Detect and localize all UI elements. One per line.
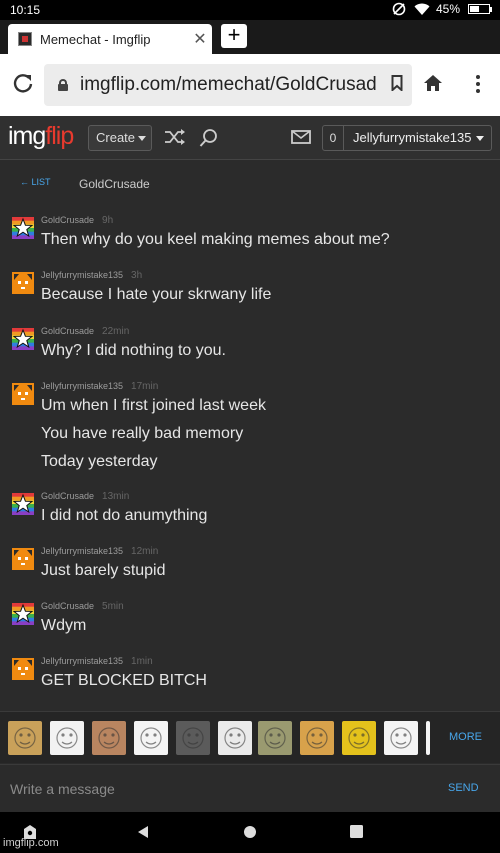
message-text: Because I hate your skrwany life bbox=[41, 286, 272, 303]
browser-tab-bar: Memechat - Imgflip ✕ bbox=[0, 20, 500, 54]
message-text: Wdym bbox=[41, 617, 87, 634]
cat-avatar[interactable] bbox=[12, 548, 34, 570]
message-meta: Jellyfurrymistake135 12min bbox=[41, 546, 158, 557]
template-strip: MORE bbox=[0, 711, 500, 763]
search-icon[interactable] bbox=[199, 128, 221, 148]
home-icon[interactable] bbox=[422, 72, 446, 96]
cat-avatar[interactable] bbox=[12, 658, 34, 680]
message-time: 9h bbox=[102, 215, 114, 226]
recents-icon[interactable] bbox=[350, 825, 363, 843]
android-nav-bar: imgflip.com bbox=[0, 812, 500, 853]
message-time: 13min bbox=[102, 491, 130, 502]
glasses-cat-thumb[interactable] bbox=[258, 721, 292, 755]
imgflip-watermark: imgflip.com bbox=[3, 837, 59, 849]
bookmark-icon[interactable] bbox=[382, 74, 412, 96]
message-meta: Jellyfurrymistake135 17min bbox=[41, 381, 158, 392]
star-avatar[interactable] bbox=[12, 603, 34, 626]
message-composer: SEND bbox=[0, 764, 500, 812]
message-meta: GoldCrusade 22min bbox=[41, 326, 129, 337]
message-author[interactable]: GoldCrusade bbox=[41, 326, 94, 336]
doge-thumb[interactable] bbox=[300, 721, 334, 755]
message-text: I did not do anumything bbox=[41, 507, 208, 524]
wifi-icon bbox=[414, 2, 430, 16]
chat-header: ← LIST GoldCrusade bbox=[0, 161, 500, 205]
address-bar: imgflip.com/memechat/GoldCrusad bbox=[0, 54, 500, 116]
status-icons: 45% bbox=[392, 2, 492, 16]
message-time: 17min bbox=[131, 381, 159, 392]
url-text: imgflip.com/memechat/GoldCrusad bbox=[80, 74, 377, 95]
user-menu-button[interactable]: Jellyfurrymistake135 bbox=[344, 125, 492, 151]
star-avatar[interactable] bbox=[12, 328, 34, 351]
cat-avatar[interactable] bbox=[12, 272, 34, 294]
back-to-list-link[interactable]: ← LIST bbox=[20, 177, 51, 187]
browser-tab[interactable]: Memechat - Imgflip ✕ bbox=[8, 24, 212, 54]
do-not-disturb-icon bbox=[392, 2, 406, 16]
message-meta: GoldCrusade 9h bbox=[41, 215, 113, 226]
message-text: Just barely stupid bbox=[41, 562, 166, 579]
send-button[interactable]: SEND bbox=[448, 782, 479, 794]
message-list: GoldCrusade 9h Then why do you keel making… bbox=[0, 205, 500, 710]
chevron-down-icon bbox=[138, 136, 147, 142]
message-time: 22min bbox=[102, 326, 130, 337]
jesus-thumb[interactable] bbox=[92, 721, 126, 755]
reload-icon[interactable] bbox=[12, 72, 36, 96]
rage-face-thumb[interactable] bbox=[50, 721, 84, 755]
message-author[interactable]: Jellyfurrymistake135 bbox=[41, 656, 123, 666]
message-time: 5min bbox=[102, 601, 124, 612]
troll-face-thumb[interactable] bbox=[134, 721, 168, 755]
skull-thumb[interactable] bbox=[176, 721, 210, 755]
battery-percent: 45% bbox=[435, 2, 460, 16]
shuffle-icon[interactable] bbox=[164, 128, 186, 148]
site-header: imgflip Create 0 Jellyfurrymistake135 bbox=[0, 116, 500, 160]
chevron-down-icon bbox=[475, 136, 484, 142]
message-author[interactable]: Jellyfurrymistake135 bbox=[41, 381, 123, 391]
status-bar: 10:15 45% bbox=[0, 0, 500, 20]
message-author[interactable]: Jellyfurrymistake135 bbox=[41, 270, 123, 280]
page-root: 10:15 45% Memechat - Imgflip ✕ + imgflip… bbox=[0, 0, 500, 853]
crying-face-thumb[interactable] bbox=[218, 721, 252, 755]
mail-icon[interactable] bbox=[291, 129, 313, 149]
battery-icon bbox=[468, 4, 492, 14]
message-text: Um when I first joined last week bbox=[41, 397, 266, 414]
partial-template-thumb[interactable] bbox=[426, 721, 430, 755]
notification-count[interactable]: 0 bbox=[322, 125, 344, 151]
message-meta: Jellyfurrymistake135 3h bbox=[41, 270, 142, 281]
star-avatar[interactable] bbox=[12, 493, 34, 516]
home-nav-icon[interactable] bbox=[243, 825, 257, 844]
new-tab-button[interactable]: + bbox=[221, 24, 247, 48]
chat-partner-name: GoldCrusade bbox=[79, 177, 150, 191]
message-text: Why? I did nothing to you. bbox=[41, 342, 226, 359]
create-button[interactable]: Create bbox=[88, 125, 152, 151]
close-tab-icon[interactable]: ✕ bbox=[188, 29, 212, 49]
message-text: Today yesterday bbox=[41, 453, 158, 470]
message-meta: GoldCrusade 5min bbox=[41, 601, 124, 612]
lock-icon bbox=[58, 79, 68, 91]
cat-avatar[interactable] bbox=[12, 383, 34, 405]
spongebob-thumb[interactable] bbox=[342, 721, 376, 755]
overflow-menu-icon[interactable] bbox=[470, 72, 486, 96]
message-author[interactable]: Jellyfurrymistake135 bbox=[41, 546, 123, 556]
message-input[interactable] bbox=[10, 777, 430, 801]
star-avatar[interactable] bbox=[12, 217, 34, 240]
message-author[interactable]: GoldCrusade bbox=[41, 215, 94, 225]
message-text: Then why do you keel making memes about … bbox=[41, 231, 390, 248]
message-time: 1min bbox=[131, 656, 153, 667]
imgflip-logo[interactable]: imgflip bbox=[8, 122, 74, 151]
message-time: 3h bbox=[131, 270, 143, 281]
url-field[interactable]: imgflip.com/memechat/GoldCrusad bbox=[44, 64, 412, 106]
message-text: GET BLOCKED BITCH bbox=[41, 672, 207, 689]
back-icon[interactable] bbox=[136, 825, 150, 844]
more-templates-link[interactable]: MORE bbox=[449, 731, 482, 743]
imgflip-favicon-icon bbox=[18, 32, 32, 46]
cat-meme-thumb[interactable] bbox=[8, 721, 42, 755]
tab-title: Memechat - Imgflip bbox=[40, 31, 151, 47]
message-author[interactable]: GoldCrusade bbox=[41, 491, 94, 501]
message-meta: Jellyfurrymistake135 1min bbox=[41, 656, 153, 667]
message-meta: GoldCrusade 13min bbox=[41, 491, 129, 502]
message-text: You have really bad memory bbox=[41, 425, 244, 442]
message-author[interactable]: GoldCrusade bbox=[41, 601, 94, 611]
clock: 10:15 bbox=[10, 3, 41, 17]
meme-face-thumb[interactable] bbox=[384, 721, 418, 755]
message-time: 12min bbox=[131, 546, 159, 557]
